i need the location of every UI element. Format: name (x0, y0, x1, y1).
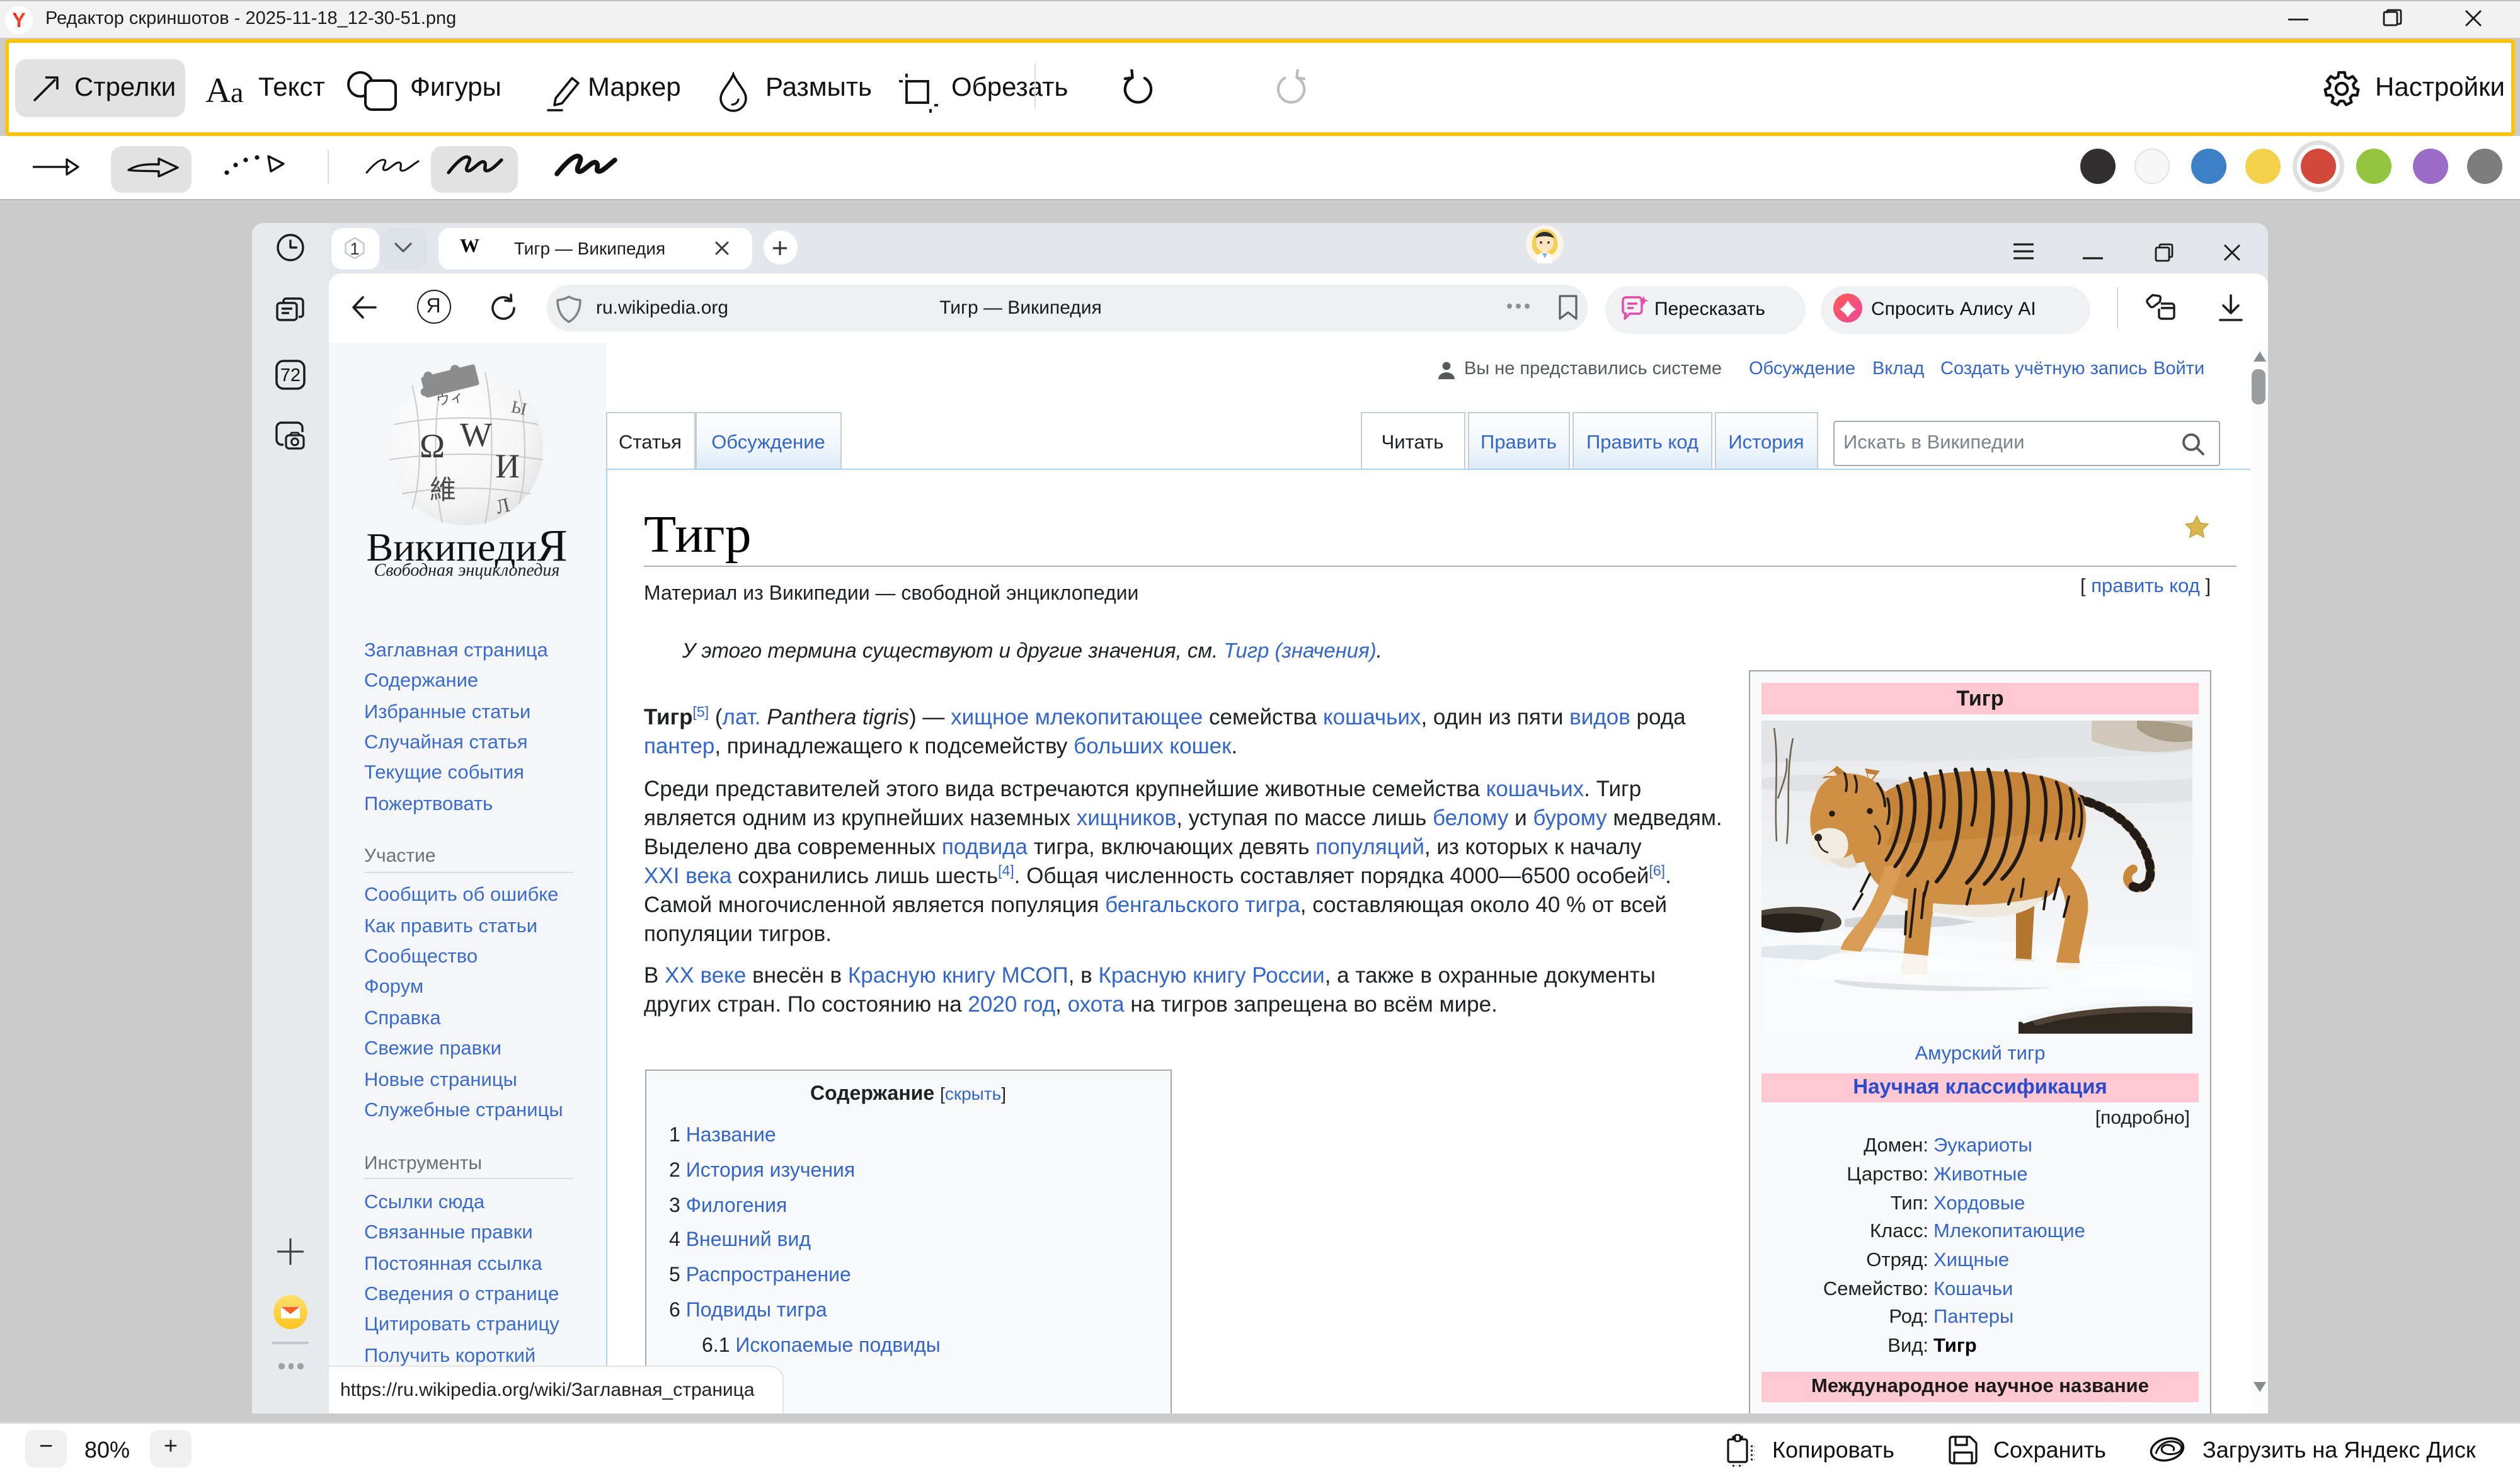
svg-text:72: 72 (280, 365, 301, 385)
svg-text:維: 維 (430, 474, 456, 504)
svg-text:A: A (205, 71, 231, 110)
svg-text:Y: Y (12, 9, 25, 31)
svg-text:W: W (460, 415, 492, 453)
svg-text:Ω: Ω (420, 426, 445, 464)
svg-text:И: И (495, 447, 520, 484)
svg-text:a: a (231, 76, 243, 108)
